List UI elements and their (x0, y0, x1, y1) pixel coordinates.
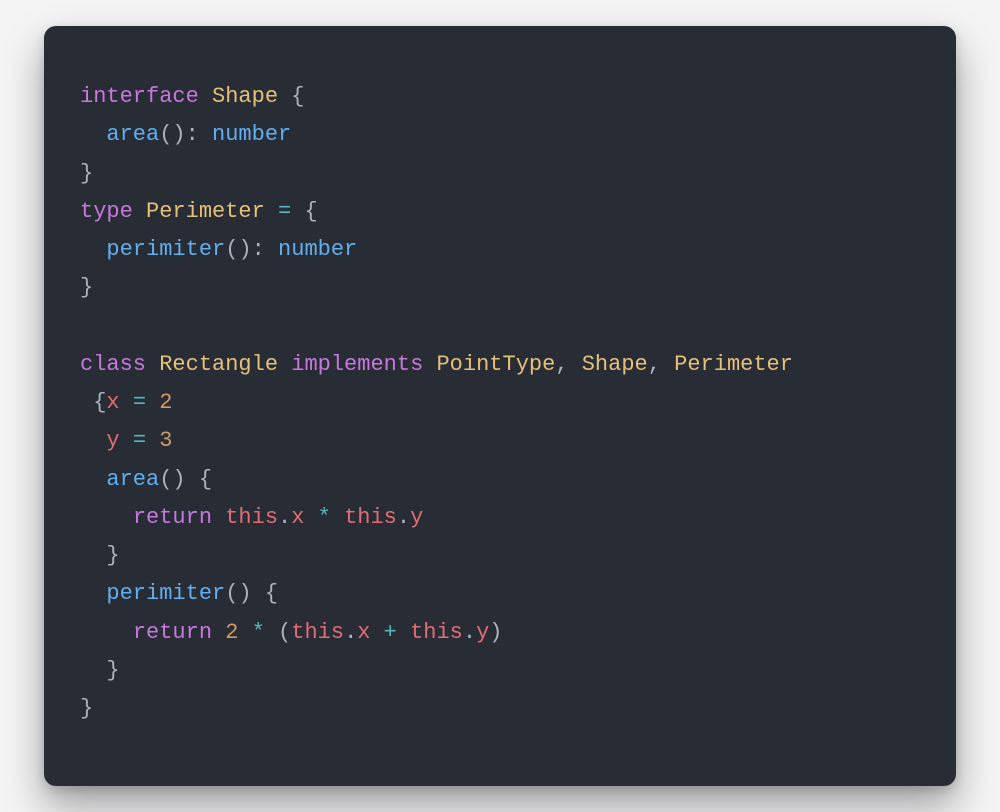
type-perimeter: Perimeter (146, 199, 265, 224)
method-perimiter: perimiter (106, 237, 225, 262)
type-number: number (278, 237, 357, 262)
this-keyword: this (410, 620, 463, 645)
keyword-implements: implements (291, 352, 423, 377)
type-rectangle: Rectangle (159, 352, 278, 377)
type-shape: Shape (212, 84, 278, 109)
code-block: interface Shape { area(): number } type … (80, 78, 920, 729)
prop-x: x (106, 390, 119, 415)
type-pointtype: PointType (436, 352, 555, 377)
literal-2b: 2 (225, 620, 238, 645)
prop-y: y (106, 428, 119, 453)
keyword-return: return (133, 620, 212, 645)
type-number: number (212, 122, 291, 147)
method-area: area (106, 122, 159, 147)
literal-3: 3 (159, 428, 172, 453)
keyword-interface: interface (80, 84, 199, 109)
literal-2: 2 (159, 390, 172, 415)
this-keyword: this (225, 505, 278, 530)
keyword-class: class (80, 352, 146, 377)
type-perimeter-ref: Perimeter (674, 352, 793, 377)
keyword-return: return (133, 505, 212, 530)
type-shape-ref: Shape (582, 352, 648, 377)
method-perimiter-impl: perimiter (106, 581, 225, 606)
keyword-type: type (80, 199, 133, 224)
code-card: interface Shape { area(): number } type … (44, 26, 956, 786)
this-keyword: this (291, 620, 344, 645)
this-keyword: this (344, 505, 397, 530)
method-area-impl: area (106, 467, 159, 492)
